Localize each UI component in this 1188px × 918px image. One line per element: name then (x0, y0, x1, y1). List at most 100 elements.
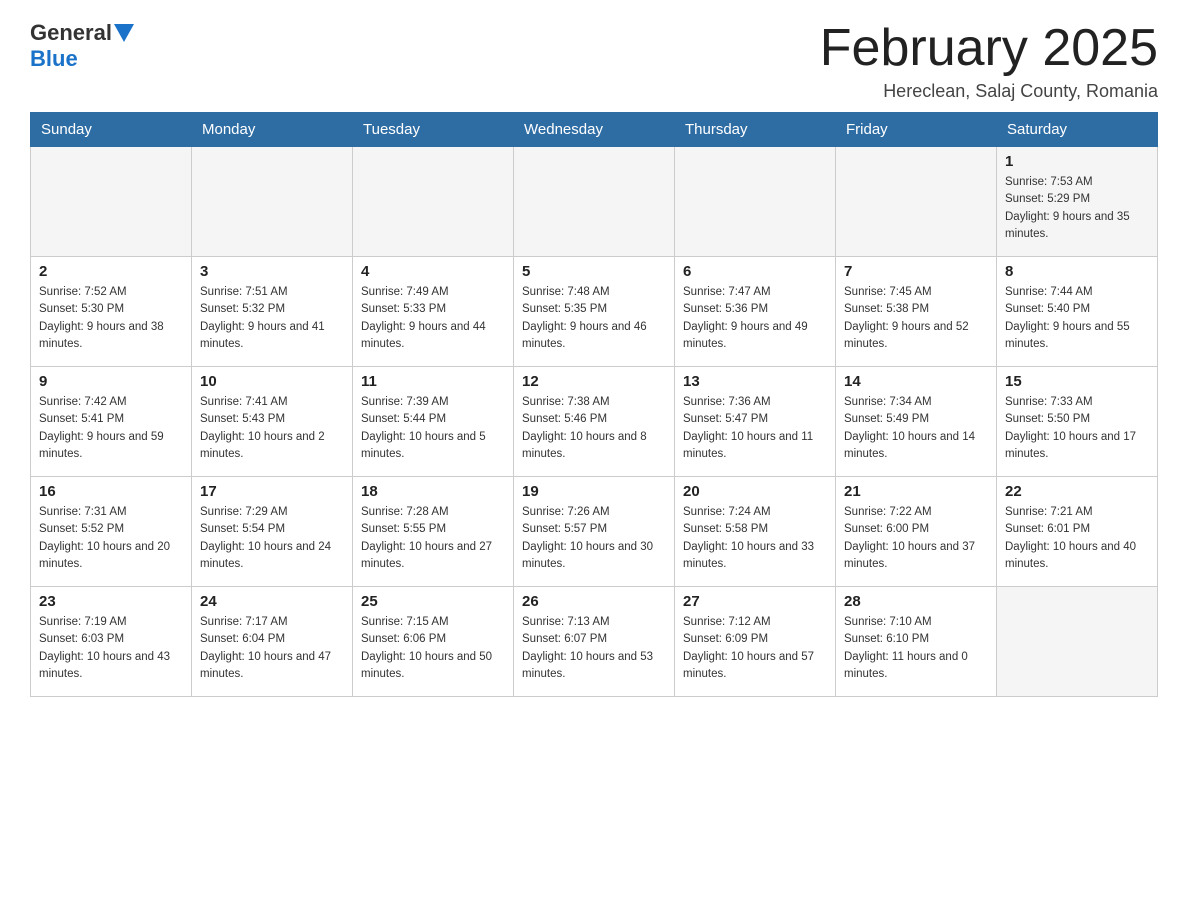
day-info: Sunrise: 7:33 AMSunset: 5:50 PMDaylight:… (1005, 394, 1149, 463)
day-number: 12 (522, 373, 666, 390)
calendar-cell: 21Sunrise: 7:22 AMSunset: 6:00 PMDayligh… (836, 477, 997, 587)
calendar-cell: 1 Sunrise: 7:53 AMSunset: 5:29 PMDaylight… (997, 147, 1158, 257)
calendar-cell: 24 Sunrise: 7:17 AMSunset: 6:04 PMDayligh… (192, 587, 353, 697)
day-number: 26 (522, 593, 666, 610)
day-info: Sunrise: 7:38 AMSunset: 5:46 PMDaylight:… (522, 394, 666, 463)
calendar-cell: 19 Sunrise: 7:26 AMSunset: 5:57 PMDayligh… (514, 477, 675, 587)
logo: General Blue (30, 20, 136, 72)
day-info: Sunrise: 7:29 AMSunset: 5:54 PMDaylight:… (200, 504, 344, 573)
day-number: 3 (200, 263, 344, 280)
calendar-cell: 8 Sunrise: 7:44 AMSunset: 5:40 PMDaylight… (997, 257, 1158, 367)
calendar-cell: 23 Sunrise: 7:19 AMSunset: 6:03 PMDayligh… (31, 587, 192, 697)
day-info: Sunrise: 7:39 AMSunset: 5:44 PMDaylight:… (361, 394, 505, 463)
calendar-cell: 17 Sunrise: 7:29 AMSunset: 5:54 PMDayligh… (192, 477, 353, 587)
weekday-header-row: SundayMondayTuesdayWednesdayThursdayFrid… (31, 113, 1158, 147)
logo-blue-text: Blue (30, 46, 78, 71)
logo-triangle-icon (114, 24, 134, 42)
day-info: Sunrise: 7:34 AMSunset: 5:49 PMDaylight:… (844, 394, 988, 463)
day-number: 17 (200, 483, 344, 500)
day-info: Sunrise: 7:15 AMSunset: 6:06 PMDaylight:… (361, 614, 505, 683)
day-info: Sunrise: 7:51 AMSunset: 5:32 PMDaylight:… (200, 284, 344, 353)
calendar-cell: 4 Sunrise: 7:49 AMSunset: 5:33 PMDaylight… (353, 257, 514, 367)
calendar-cell (514, 147, 675, 257)
day-number: 11 (361, 373, 505, 390)
calendar-cell: 12 Sunrise: 7:38 AMSunset: 5:46 PMDayligh… (514, 367, 675, 477)
day-info: Sunrise: 7:12 AMSunset: 6:09 PMDaylight:… (683, 614, 827, 683)
day-number: 25 (361, 593, 505, 610)
day-number: 19 (522, 483, 666, 500)
calendar-cell (192, 147, 353, 257)
calendar-cell (31, 147, 192, 257)
day-info: Sunrise: 7:24 AMSunset: 5:58 PMDaylight:… (683, 504, 827, 573)
weekday-header-saturday: Saturday (997, 113, 1158, 147)
weekday-header-thursday: Thursday (675, 113, 836, 147)
calendar-cell: 10 Sunrise: 7:41 AMSunset: 5:43 PMDayligh… (192, 367, 353, 477)
calendar-cell: 3 Sunrise: 7:51 AMSunset: 5:32 PMDaylight… (192, 257, 353, 367)
calendar-cell: 5 Sunrise: 7:48 AMSunset: 5:35 PMDaylight… (514, 257, 675, 367)
day-number: 16 (39, 483, 183, 500)
calendar-cell: 9Sunrise: 7:42 AMSunset: 5:41 PMDaylight… (31, 367, 192, 477)
day-number: 13 (683, 373, 827, 390)
calendar-cell (675, 147, 836, 257)
day-number: 27 (683, 593, 827, 610)
weekday-header-wednesday: Wednesday (514, 113, 675, 147)
calendar-cell: 15Sunrise: 7:33 AMSunset: 5:50 PMDayligh… (997, 367, 1158, 477)
page-header: General Blue February 2025 Hereclean, Sa… (30, 20, 1158, 102)
day-number: 18 (361, 483, 505, 500)
location-subtitle: Hereclean, Salaj County, Romania (820, 81, 1158, 102)
calendar-week-row: 16 Sunrise: 7:31 AMSunset: 5:52 PMDayligh… (31, 477, 1158, 587)
day-number: 8 (1005, 263, 1149, 280)
day-info: Sunrise: 7:26 AMSunset: 5:57 PMDaylight:… (522, 504, 666, 573)
day-info: Sunrise: 7:31 AMSunset: 5:52 PMDaylight:… (39, 504, 183, 573)
day-number: 24 (200, 593, 344, 610)
day-number: 28 (844, 593, 988, 610)
weekday-header-monday: Monday (192, 113, 353, 147)
day-info: Sunrise: 7:48 AMSunset: 5:35 PMDaylight:… (522, 284, 666, 353)
day-info: Sunrise: 7:36 AMSunset: 5:47 PMDaylight:… (683, 394, 827, 463)
day-number: 20 (683, 483, 827, 500)
weekday-header-sunday: Sunday (31, 113, 192, 147)
calendar-cell: 14Sunrise: 7:34 AMSunset: 5:49 PMDayligh… (836, 367, 997, 477)
day-number: 4 (361, 263, 505, 280)
day-number: 22 (1005, 483, 1149, 500)
day-number: 5 (522, 263, 666, 280)
day-info: Sunrise: 7:44 AMSunset: 5:40 PMDaylight:… (1005, 284, 1149, 353)
calendar-cell: 20 Sunrise: 7:24 AMSunset: 5:58 PMDayligh… (675, 477, 836, 587)
day-info: Sunrise: 7:17 AMSunset: 6:04 PMDaylight:… (200, 614, 344, 683)
day-number: 10 (200, 373, 344, 390)
day-number: 1 (1005, 153, 1149, 170)
calendar-cell: 6Sunrise: 7:47 AMSunset: 5:36 PMDaylight… (675, 257, 836, 367)
day-number: 2 (39, 263, 183, 280)
calendar-week-row: 2 Sunrise: 7:52 AMSunset: 5:30 PMDaylight… (31, 257, 1158, 367)
day-info: Sunrise: 7:41 AMSunset: 5:43 PMDaylight:… (200, 394, 344, 463)
day-info: Sunrise: 7:53 AMSunset: 5:29 PMDaylight:… (1005, 174, 1149, 243)
calendar-week-row: 9Sunrise: 7:42 AMSunset: 5:41 PMDaylight… (31, 367, 1158, 477)
calendar-cell: 7Sunrise: 7:45 AMSunset: 5:38 PMDaylight… (836, 257, 997, 367)
calendar-cell: 25 Sunrise: 7:15 AMSunset: 6:06 PMDayligh… (353, 587, 514, 697)
day-number: 23 (39, 593, 183, 610)
day-info: Sunrise: 7:21 AMSunset: 6:01 PMDaylight:… (1005, 504, 1149, 573)
day-info: Sunrise: 7:52 AMSunset: 5:30 PMDaylight:… (39, 284, 183, 353)
calendar-cell: 27 Sunrise: 7:12 AMSunset: 6:09 PMDayligh… (675, 587, 836, 697)
calendar-cell: 28 Sunrise: 7:10 AMSunset: 6:10 PMDayligh… (836, 587, 997, 697)
calendar-cell: 18 Sunrise: 7:28 AMSunset: 5:55 PMDayligh… (353, 477, 514, 587)
calendar-cell: 13 Sunrise: 7:36 AMSunset: 5:47 PMDayligh… (675, 367, 836, 477)
calendar-cell (836, 147, 997, 257)
day-number: 7 (844, 263, 988, 280)
title-block: February 2025 Hereclean, Salaj County, R… (820, 20, 1158, 102)
day-info: Sunrise: 7:28 AMSunset: 5:55 PMDaylight:… (361, 504, 505, 573)
day-info: Sunrise: 7:10 AMSunset: 6:10 PMDaylight:… (844, 614, 988, 683)
calendar-cell (997, 587, 1158, 697)
day-info: Sunrise: 7:22 AMSunset: 6:00 PMDaylight:… (844, 504, 988, 573)
month-title: February 2025 (820, 20, 1158, 77)
day-number: 9 (39, 373, 183, 390)
day-info: Sunrise: 7:19 AMSunset: 6:03 PMDaylight:… (39, 614, 183, 683)
logo-general-text: General (30, 20, 112, 46)
calendar-cell: 2 Sunrise: 7:52 AMSunset: 5:30 PMDaylight… (31, 257, 192, 367)
calendar-cell: 11 Sunrise: 7:39 AMSunset: 5:44 PMDayligh… (353, 367, 514, 477)
day-info: Sunrise: 7:13 AMSunset: 6:07 PMDaylight:… (522, 614, 666, 683)
day-info: Sunrise: 7:49 AMSunset: 5:33 PMDaylight:… (361, 284, 505, 353)
calendar-cell: 16 Sunrise: 7:31 AMSunset: 5:52 PMDayligh… (31, 477, 192, 587)
weekday-header-friday: Friday (836, 113, 997, 147)
weekday-header-tuesday: Tuesday (353, 113, 514, 147)
